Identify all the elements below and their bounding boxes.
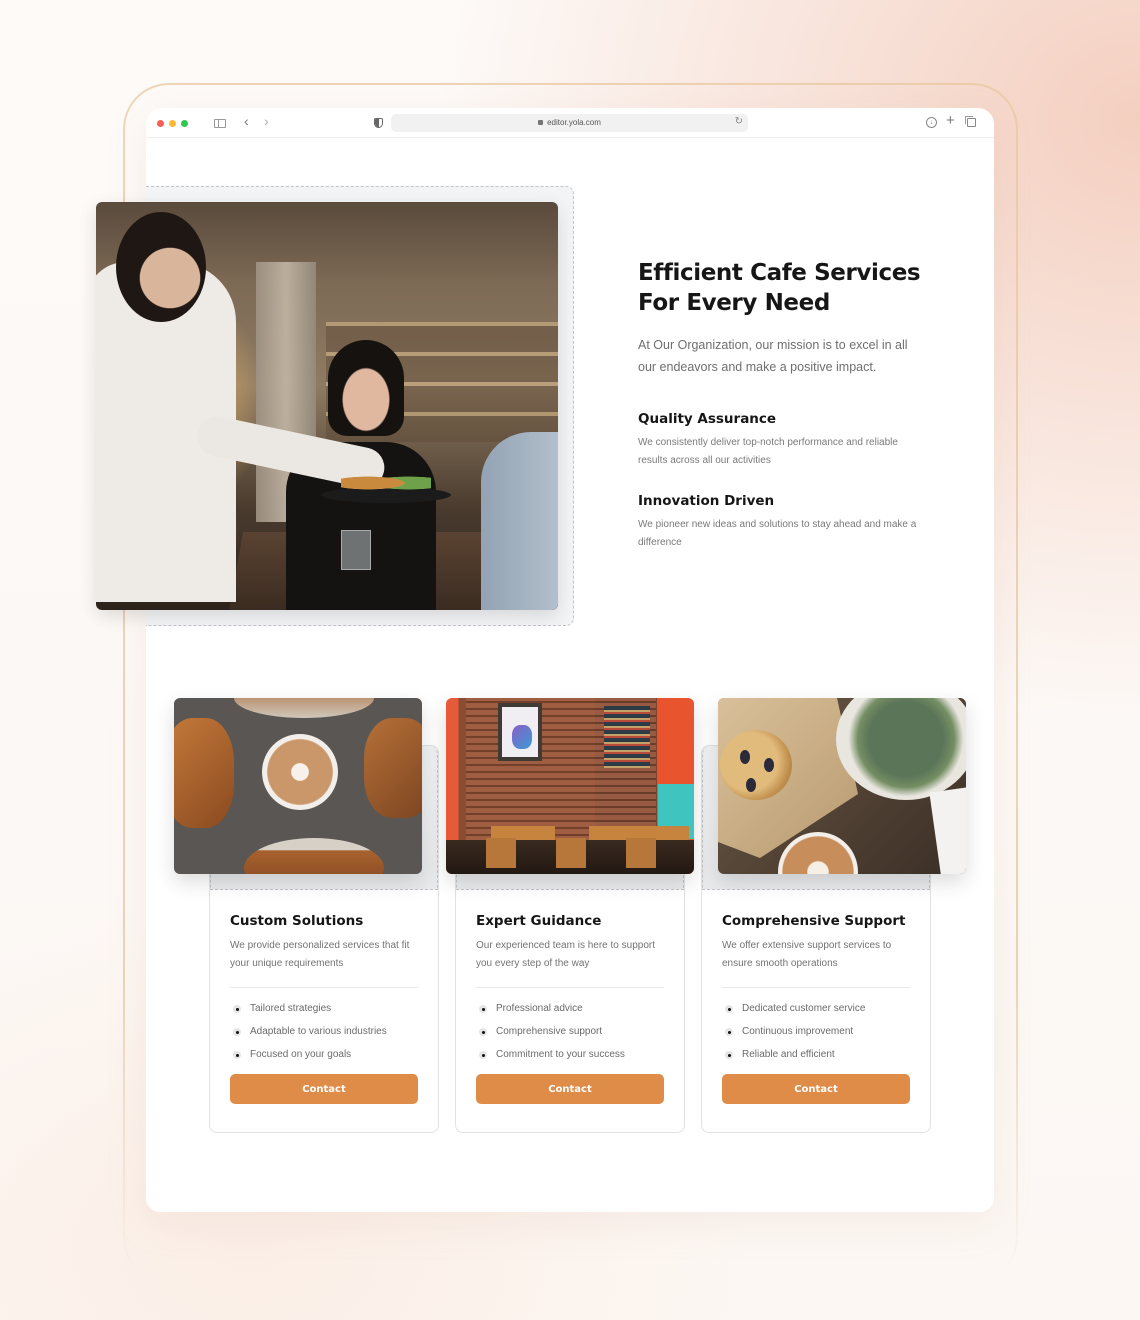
card-image-muffin-succulent	[718, 698, 966, 874]
card-title: Comprehensive Support	[722, 913, 906, 929]
list-item: Adaptable to various industries	[230, 1026, 418, 1049]
bullet-icon	[479, 1005, 487, 1013]
shield-icon[interactable]	[374, 118, 383, 128]
wall-poster	[498, 703, 542, 761]
hero-title: Efficient Cafe Services For Every Need	[638, 258, 938, 318]
feature-title: Quality Assurance	[638, 411, 777, 427]
glass	[341, 530, 371, 570]
sidebar-icon[interactable]	[214, 119, 226, 128]
list-item: Reliable and efficient	[722, 1049, 910, 1072]
card-divider	[230, 987, 418, 988]
bullet-icon	[479, 1028, 487, 1036]
card-divider	[722, 987, 910, 988]
list-item: Comprehensive support	[476, 1026, 664, 1049]
man-shoulder	[481, 432, 558, 610]
menu-sheet	[929, 784, 966, 874]
list-item-text: Dedicated customer service	[742, 1003, 866, 1014]
bullet-icon	[725, 1051, 733, 1059]
card-body: Custom Solutions We provide personalized…	[230, 912, 418, 1104]
card-description: We offer extensive support services to e…	[722, 940, 892, 969]
minimize-window-icon[interactable]	[169, 120, 176, 127]
card-bullet-list: Dedicated customer service Continuous im…	[722, 1003, 910, 1072]
list-item-text: Reliable and efficient	[742, 1049, 835, 1060]
chairs	[486, 838, 686, 868]
lock-icon	[538, 120, 544, 125]
pastry	[364, 718, 422, 818]
card-image-croissants-latte	[174, 698, 422, 874]
hero-title-line-2: For Every Need	[638, 290, 830, 316]
pastry	[234, 698, 374, 718]
bullet-icon	[479, 1051, 487, 1059]
waitress-head	[116, 212, 206, 322]
card-divider	[476, 987, 664, 988]
list-item: Tailored strategies	[230, 1003, 418, 1026]
card-bullet-list: Professional advice Comprehensive suppor…	[476, 1003, 664, 1072]
feature-title: Innovation Driven	[638, 493, 775, 509]
download-icon[interactable]: ↓	[926, 117, 937, 128]
list-item-text: Adaptable to various industries	[250, 1026, 387, 1037]
latte-cup	[262, 734, 338, 810]
list-item-text: Comprehensive support	[496, 1026, 603, 1037]
hero-text-block: Efficient Cafe Services For Every Need A…	[638, 258, 938, 378]
hero-title-line-1: Efficient Cafe Services	[638, 260, 921, 286]
pastry	[244, 838, 384, 874]
list-item-text: Commitment to your success	[496, 1049, 625, 1060]
pastry	[174, 718, 234, 828]
card-bullet-list: Tailored strategies Adaptable to various…	[230, 1003, 418, 1072]
contact-button[interactable]: Contact	[230, 1074, 418, 1104]
tabs-overview-icon[interactable]	[965, 116, 976, 127]
customer-head	[328, 340, 404, 436]
list-item-text: Tailored strategies	[250, 1003, 332, 1014]
card-description: Our experienced team is here to support …	[476, 940, 655, 969]
list-item: Dedicated customer service	[722, 1003, 910, 1026]
chevron-right-icon[interactable]: ›	[264, 114, 269, 128]
list-item: Continuous improvement	[722, 1026, 910, 1049]
browser-toolbar: ‹ › editor.yola.com ↻ ↓ +	[146, 108, 994, 138]
feature-description: We consistently deliver top-notch perfor…	[638, 437, 898, 466]
close-window-icon[interactable]	[157, 120, 164, 127]
bullet-icon	[233, 1051, 241, 1059]
bullet-icon	[725, 1005, 733, 1013]
contact-button[interactable]: Contact	[722, 1074, 910, 1104]
food	[341, 472, 431, 494]
feature-innovation-driven: Innovation Driven We pioneer new ideas a…	[638, 492, 938, 552]
list-item-text: Continuous improvement	[742, 1026, 854, 1037]
chevron-left-icon[interactable]: ‹	[244, 114, 249, 128]
contact-button[interactable]: Contact	[476, 1074, 664, 1104]
card-title: Custom Solutions	[230, 913, 364, 929]
url-text: editor.yola.com	[547, 118, 601, 127]
bullet-icon	[233, 1005, 241, 1013]
hero-image	[96, 202, 558, 610]
feature-quality-assurance: Quality Assurance We consistently delive…	[638, 410, 938, 470]
bullet-icon	[233, 1028, 241, 1036]
hero-description: At Our Organization, our mission is to e…	[638, 338, 908, 374]
zoom-window-icon[interactable]	[181, 120, 188, 127]
muffin	[720, 730, 792, 800]
card-title: Expert Guidance	[476, 913, 602, 929]
list-item-text: Focused on your goals	[250, 1049, 352, 1060]
card-image-restaurant-interior	[446, 698, 694, 874]
card-body: Expert Guidance Our experienced team is …	[476, 912, 664, 1104]
list-item-text: Professional advice	[496, 1003, 583, 1014]
url-display[interactable]: editor.yola.com	[391, 117, 748, 129]
bullet-icon	[725, 1028, 733, 1036]
address-bar[interactable]: editor.yola.com ↻	[391, 114, 748, 132]
feature-description: We pioneer new ideas and solutions to st…	[638, 519, 917, 548]
list-item: Commitment to your success	[476, 1049, 664, 1072]
list-item: Focused on your goals	[230, 1049, 418, 1072]
list-item: Professional advice	[476, 1003, 664, 1026]
card-description: We provide personalized services that fi…	[230, 940, 410, 969]
wall-tapestry	[604, 706, 650, 768]
plus-icon[interactable]: +	[946, 113, 955, 128]
reload-icon[interactable]: ↻	[735, 116, 743, 127]
card-body: Comprehensive Support We offer extensive…	[722, 912, 910, 1104]
